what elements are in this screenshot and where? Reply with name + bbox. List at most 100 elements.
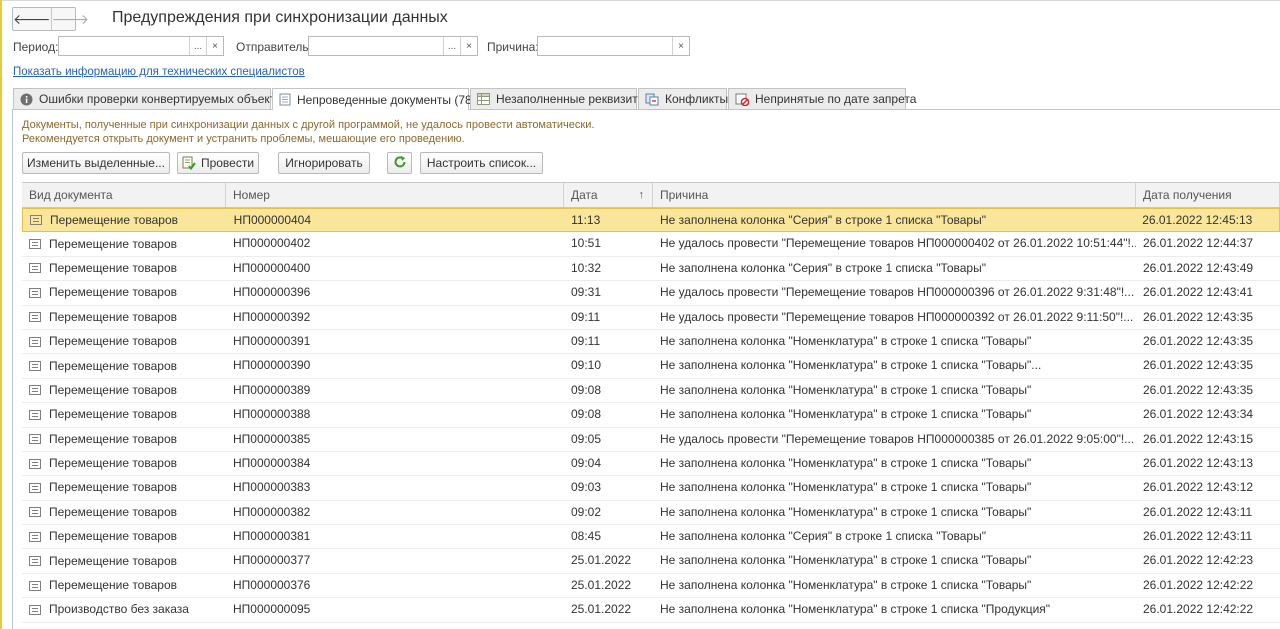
tab-conversion-errors[interactable]: Ошибки проверки конвертируемых объектов [13,88,288,109]
cell-reason: Не заполнена колонка "Номенклатура" в ст… [660,455,1032,470]
document-icon [29,482,41,493]
cell-received-date: 26.01.2022 12:42:23 [1143,553,1254,568]
period-input[interactable] [59,37,189,55]
table-row[interactable]: Перемещение товаров НП000000389 09:08 Не за… [22,379,1280,404]
arrow-right-icon: 🡒 [51,10,90,27]
cell-reason: Не удалось провести "Перемещение товаров… [660,309,1134,324]
configure-list-button[interactable]: Настроить список... [420,152,543,174]
conflict-icon [645,92,659,106]
table-row[interactable]: Перемещение товаров НП000000377 25.01.2022… [22,549,1280,574]
table-row[interactable]: Перемещение товаров НП000000384 09:04 Не за… [22,452,1280,477]
column-header-received-date[interactable]: Дата получения [1136,183,1280,207]
table-row[interactable]: Перемещение товаров НП000000400 10:32 Не за… [22,257,1280,282]
refresh-button[interactable] [387,152,412,174]
sender-label: Отправитель: [236,40,312,54]
column-header-reason[interactable]: Причина [653,183,1136,207]
refresh-icon [393,155,407,172]
cell-reason: Не заполнена колонка "Номенклатура" в ст… [660,407,1032,422]
cell-doc-type: Перемещение товаров [22,281,226,304]
forward-button[interactable]: 🡒 [50,8,90,30]
table-row[interactable]: Перемещение товаров НП000000381 08:45 Не за… [22,525,1280,550]
column-header-doc-type[interactable]: Вид документа [22,183,226,207]
document-icon [29,556,41,567]
info-icon [20,92,33,106]
tab-rejected-by-date[interactable]: Непринятые по дате запрета [728,88,916,109]
cell-date: 25.01.2022 [571,553,632,568]
cell-doc-type: Производство без заказа [22,598,226,621]
tab-conflicts[interactable]: Конфликты [638,88,728,109]
period-clear-button[interactable]: × [206,37,223,55]
cell-received-date: 26.01.2022 12:43:35 [1143,382,1254,397]
period-select-button[interactable]: ... [189,37,206,55]
period-label: Период: [13,40,59,54]
document-icon [29,507,41,518]
cell-doc-type: Перемещение товаров [22,403,226,426]
column-header-date[interactable]: Дата ↑ [564,183,653,207]
date-ban-icon [735,92,749,106]
document-icon [29,458,41,469]
cell-doc-type: Перемещение товаров [22,428,226,451]
document-icon [29,287,41,298]
document-icon [29,312,41,323]
cell-reason: Не заполнена колонка "Номенклатура" в ст… [660,553,1032,568]
cell-number: НП000000383 [233,480,311,495]
cell-number: НП000000382 [233,504,311,519]
table-row[interactable]: Перемещение товаров НП000000392 09:11 Не уд… [22,306,1280,330]
cell-received-date: 26.01.2022 12:44:37 [1143,236,1254,251]
tech-info-link[interactable]: Показать информацию для технических спец… [13,66,305,78]
cell-reason: Не заполнена колонка "Номенклатура" в ст… [660,358,1042,373]
document-icon [29,336,41,347]
table-header: Вид документа Номер Дата ↑ Причина Дата п… [22,182,1280,208]
reason-input[interactable] [538,37,672,55]
cell-date: 09:11 [571,333,601,348]
table-row[interactable]: Перемещение товаров НП000000391 09:11 Не за… [22,330,1280,355]
cell-received-date: 26.01.2022 12:42:22 [1143,602,1254,617]
cell-received-date: 26.01.2022 12:43:49 [1143,260,1254,275]
table-row[interactable]: Перемещение товаров НП000000383 09:03 Не за… [22,476,1280,501]
table-row[interactable]: Перемещение товаров НП000000402 10:51 Не уд… [22,232,1280,257]
cell-doc-type: Перемещение товаров [22,574,226,597]
ignore-button[interactable]: Игнорировать [278,152,370,174]
tab-unposted-documents[interactable]: Непроведенные документы (78) [272,88,476,110]
table-row[interactable]: Перемещение товаров НП000000385 09:05 Не уд… [22,428,1280,452]
cell-received-date: 26.01.2022 12:43:35 [1143,309,1254,324]
document-icon [29,361,41,372]
post-button[interactable]: Провести [177,152,259,174]
sender-clear-button[interactable]: × [460,37,477,55]
cell-doc-type: Перемещение товаров [22,354,226,377]
sender-select-button[interactable]: ... [443,37,460,55]
document-icon [30,215,42,226]
cell-number: НП000000402 [233,236,311,251]
cell-doc-type: Перемещение товаров [22,330,226,353]
cell-received-date: 26.01.2022 12:43:13 [1143,455,1254,470]
table-row[interactable]: Перемещение товаров НП000000396 09:31 Не уд… [22,281,1280,306]
sender-input[interactable] [309,37,443,55]
cell-received-date: 26.01.2022 12:43:34 [1143,407,1254,422]
arrow-left-icon: 🡐 [13,10,51,27]
cell-number: НП000000377 [233,553,311,568]
column-header-number[interactable]: Номер [226,183,564,207]
tab-empty-attributes[interactable]: Незаполненные реквизиты [470,88,646,109]
table-row[interactable]: Перемещение товаров НП000000388 09:08 Не за… [22,403,1280,428]
cell-received-date: 26.01.2022 12:42:22 [1143,577,1254,592]
cell-received-date: 26.01.2022 12:43:11 [1143,529,1253,544]
reason-field[interactable]: × [537,36,690,56]
table-row[interactable]: Перемещение товаров НП000000376 25.01.2022… [22,574,1280,599]
table-row[interactable]: Перемещение товаров НП000000390 09:10 Не за… [22,354,1280,379]
tab-label: Незаполненные реквизиты [496,92,647,106]
table-row[interactable]: Перемещение товаров НП000000382 09:02 Не за… [22,501,1280,526]
reason-clear-button[interactable]: × [672,37,689,55]
change-selected-button[interactable]: Изменить выделенные... [22,152,170,174]
back-button[interactable]: 🡐 [13,8,51,30]
table-row[interactable]: Производство без заказа НП000000095 25.01.… [22,598,1280,623]
cell-date: 10:32 [571,260,602,275]
cell-number: НП000000389 [233,382,311,397]
table-row[interactable]: Перемещение товаров НП000000404 11:13 Не за… [22,208,1280,233]
sender-field[interactable]: ... × [308,36,478,56]
configure-list-label: Настроить список... [426,156,537,170]
cell-received-date: 26.01.2022 12:43:11 [1143,504,1253,519]
period-field[interactable]: ... × [58,36,224,56]
document-icon [279,93,291,107]
cell-received-date: 26.01.2022 12:43:15 [1143,431,1254,446]
cell-date: 25.01.2022 [571,577,632,592]
